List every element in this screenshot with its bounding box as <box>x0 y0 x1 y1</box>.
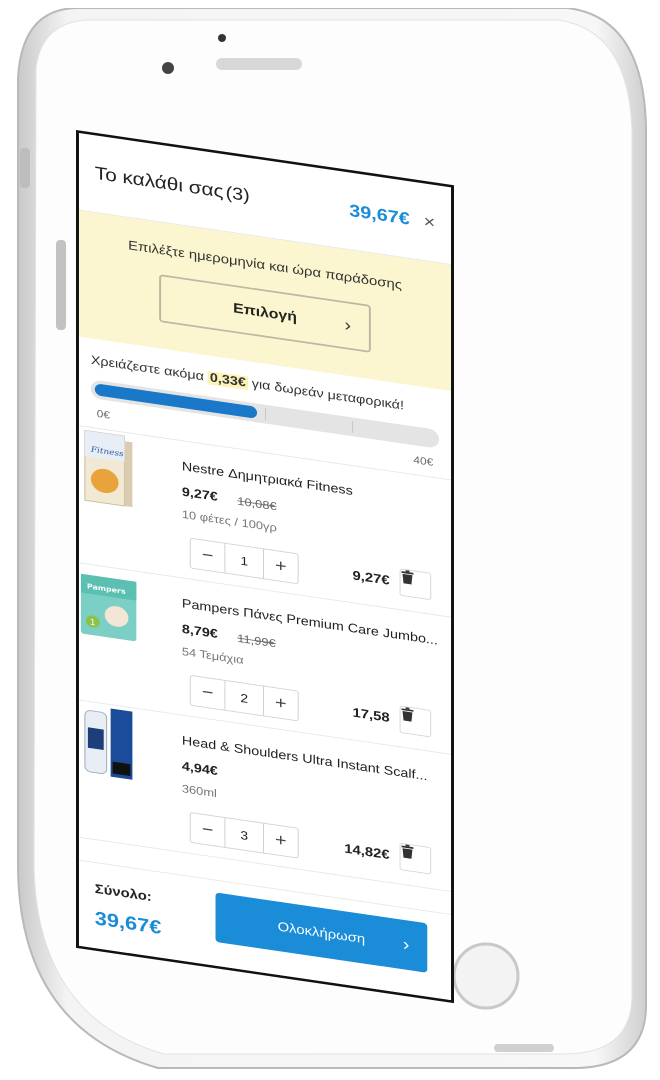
volume-up-button <box>56 240 66 330</box>
quantity-value[interactable]: 1 <box>224 543 265 579</box>
product-image-shampoo <box>84 708 133 780</box>
phone-device: Το καλάθι σας (3) 39,67€ × Επιλέξτε ημερ… <box>8 8 648 1070</box>
item-unit: 54 Τεμάχια <box>181 644 244 667</box>
plus-icon[interactable]: + <box>264 554 298 579</box>
item-line-total: 14,82€ <box>344 841 390 863</box>
cart-total: 39,67€ <box>349 201 410 229</box>
quantity-stepper: − 1 + <box>189 537 299 585</box>
checkout-label: Ολοκλήρωση <box>277 918 366 947</box>
minus-icon[interactable]: − <box>191 818 225 843</box>
progress-min-label: 0€ <box>96 407 110 422</box>
select-delivery-button[interactable]: Επιλογή › <box>159 274 371 353</box>
item-unit: 10 φέτες / 100γρ <box>181 507 277 535</box>
trash-icon[interactable] <box>399 842 432 875</box>
total-label: Σύνολο: <box>94 881 152 905</box>
select-delivery-label: Επιλογή <box>233 301 297 325</box>
front-camera-icon <box>218 34 226 42</box>
trash-icon[interactable] <box>399 705 432 738</box>
plus-icon[interactable]: + <box>264 691 298 716</box>
svg-text:1: 1 <box>90 617 96 627</box>
item-line-total: 17,58 <box>352 705 390 726</box>
close-icon[interactable]: × <box>424 212 436 233</box>
cart-count: (3) <box>225 182 250 206</box>
item-price: 9,27€ <box>181 485 218 505</box>
home-button <box>452 942 520 1010</box>
plus-icon[interactable]: + <box>264 828 298 853</box>
item-price: 4,94€ <box>181 759 218 779</box>
minus-icon[interactable]: − <box>191 681 225 706</box>
chevron-right-icon: › <box>402 934 410 955</box>
quantity-stepper: − 3 + <box>189 812 299 859</box>
item-unit: 360ml <box>181 781 217 800</box>
product-image-cereal: Fitness <box>84 429 133 508</box>
minus-icon[interactable]: − <box>191 543 225 568</box>
item-old-price: 11,99€ <box>237 631 276 650</box>
item-price: 8,79€ <box>181 622 218 642</box>
progress-tick <box>352 420 354 433</box>
quantity-value[interactable]: 3 <box>224 817 265 853</box>
chevron-right-icon: › <box>344 315 352 336</box>
progress-tick <box>264 408 266 421</box>
total-amount: 39,67€ <box>94 907 162 939</box>
app-screen: Το καλάθι σας (3) 39,67€ × Επιλέξτε ημερ… <box>76 130 454 1004</box>
mute-switch <box>20 148 30 188</box>
earpiece <box>216 58 302 70</box>
quantity-value[interactable]: 2 <box>224 680 265 716</box>
product-image-diapers: Pampers 1 <box>80 573 137 642</box>
checkout-button[interactable]: Ολοκλήρωση › <box>215 892 428 973</box>
item-old-price: 10,08€ <box>237 494 277 513</box>
quantity-stepper: − 2 + <box>189 674 299 722</box>
trash-icon[interactable] <box>399 568 432 601</box>
item-line-total: 9,27€ <box>352 568 390 589</box>
remaining-amount: 0,33€ <box>207 370 248 391</box>
cart-title: Το καλάθι σας <box>94 163 224 202</box>
progress-max-label: 40€ <box>413 453 434 469</box>
